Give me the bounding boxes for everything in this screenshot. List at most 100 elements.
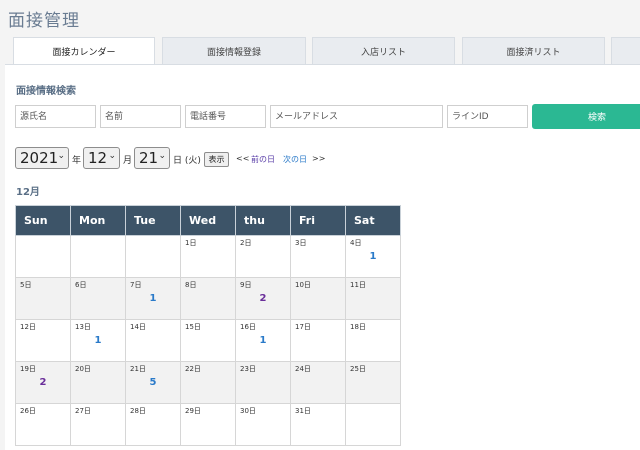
calendar-week-row: 5日 6日 7日 1 8日 9日 2 10日 11日: [15, 277, 401, 320]
month-unit-label: 月: [123, 156, 133, 166]
day-number: 12日: [20, 323, 36, 331]
day-number: 11日: [350, 281, 366, 289]
day-number: 13日: [75, 323, 91, 331]
weekday-header: thu: [235, 205, 291, 236]
calendar-day-cell[interactable]: [15, 235, 71, 278]
email-input[interactable]: [270, 105, 443, 128]
year-value: 2021: [20, 149, 59, 167]
calendar-day-cell[interactable]: 7日 1: [125, 277, 181, 320]
calendar-day-cell[interactable]: 15日: [180, 319, 236, 362]
calendar-day-cell[interactable]: 17日: [290, 319, 346, 362]
show-button[interactable]: 表示: [204, 152, 229, 167]
day-select[interactable]: 21 ⌄: [134, 147, 170, 169]
calendar-day-cell[interactable]: 2日: [235, 235, 291, 278]
day-unit-label: 日 (火): [173, 156, 201, 166]
calendar-day-cell[interactable]: 5日: [15, 277, 71, 320]
calendar-day-cell[interactable]: 6日: [70, 277, 126, 320]
calendar-day-cell[interactable]: [345, 403, 401, 446]
calendar-day-cell[interactable]: 13日 1: [70, 319, 126, 362]
day-number: 14日: [130, 323, 146, 331]
day-number: 1日: [185, 239, 197, 247]
calendar-day-cell[interactable]: 28日: [125, 403, 181, 446]
day-number: 26日: [20, 407, 36, 415]
search-section-title: 面接情報検索: [16, 86, 76, 97]
calendar-week-row: 1日 2日 3日 4日 1: [15, 235, 401, 278]
calendar-day-cell[interactable]: 31日: [290, 403, 346, 446]
calendar-day-cell[interactable]: 24日: [290, 361, 346, 404]
calendar-day-cell[interactable]: 16日 1: [235, 319, 291, 362]
interview-count-link[interactable]: 2: [16, 377, 70, 388]
day-number: 4日: [350, 239, 362, 247]
calendar-day-cell[interactable]: 25日: [345, 361, 401, 404]
calendar-day-cell[interactable]: 12日: [15, 319, 71, 362]
stage-name-input[interactable]: [15, 105, 96, 128]
weekday-header: Wed: [180, 205, 236, 236]
month-label: 12月: [16, 187, 40, 198]
interview-count-link[interactable]: 1: [346, 251, 400, 262]
day-number: 25日: [350, 365, 366, 373]
tab-interviewed-list[interactable]: 面接済リスト: [462, 37, 605, 65]
weekday-header: Fri: [290, 205, 346, 236]
calendar-day-cell[interactable]: 20日: [70, 361, 126, 404]
calendar-day-cell[interactable]: 21日 5: [125, 361, 181, 404]
calendar-day-cell[interactable]: [70, 235, 126, 278]
phone-input[interactable]: [185, 105, 266, 128]
day-number: 29日: [185, 407, 201, 415]
calendar-day-cell[interactable]: 18日: [345, 319, 401, 362]
calendar-day-cell[interactable]: 27日: [70, 403, 126, 446]
day-value: 21: [139, 149, 159, 167]
year-select[interactable]: 2021 ⌄: [15, 147, 69, 169]
calendar-day-cell[interactable]: 19日 2: [15, 361, 71, 404]
calendar-day-cell[interactable]: 4日 1: [345, 235, 401, 278]
tab-interview-registration[interactable]: 面接情報登録: [162, 37, 306, 65]
calendar-day-cell[interactable]: 14日: [125, 319, 181, 362]
interview-count-link[interactable]: 1: [126, 293, 180, 304]
calendar-day-cell[interactable]: 3日: [290, 235, 346, 278]
calendar-day-cell[interactable]: 29日: [180, 403, 236, 446]
day-number: 2日: [240, 239, 252, 247]
day-number: 20日: [75, 365, 91, 373]
search-button[interactable]: 検索: [532, 104, 640, 129]
calendar-day-cell[interactable]: 26日: [15, 403, 71, 446]
month-select[interactable]: 12 ⌄: [83, 147, 120, 169]
day-number: 27日: [75, 407, 91, 415]
day-number: 18日: [350, 323, 366, 331]
calendar-day-cell[interactable]: 10日: [290, 277, 346, 320]
year-unit-label: 年: [72, 156, 82, 166]
prev-day-link[interactable]: 前の日: [251, 154, 275, 165]
calendar-day-cell[interactable]: 9日 2: [235, 277, 291, 320]
calendar-week-row: 19日 2 20日 21日 5 22日 23日 24日 25日: [15, 361, 401, 404]
calendar-week-row: 26日 27日 28日 29日 30日 31日: [15, 403, 401, 446]
weekday-header-row: Sun Mon Tue Wed thu Fri Sat: [15, 205, 401, 236]
prev-arrow: <<: [236, 154, 250, 163]
day-number: 23日: [240, 365, 256, 373]
weekday-header: Sun: [15, 205, 71, 236]
interview-count-link[interactable]: 1: [71, 335, 125, 346]
next-day-link[interactable]: 次の日: [283, 154, 307, 165]
interview-count-link[interactable]: 2: [236, 293, 290, 304]
day-number: 5日: [20, 281, 32, 289]
tab-overflow[interactable]: [611, 37, 640, 65]
calendar-day-cell[interactable]: 11日: [345, 277, 401, 320]
interview-count-link[interactable]: 1: [236, 335, 290, 346]
calendar-day-cell[interactable]: [125, 235, 181, 278]
calendar-day-cell[interactable]: 23日: [235, 361, 291, 404]
calendar-day-cell[interactable]: 8日: [180, 277, 236, 320]
calendar-day-cell[interactable]: 22日: [180, 361, 236, 404]
day-number: 31日: [295, 407, 311, 415]
interview-count-link[interactable]: 5: [126, 377, 180, 388]
day-number: 24日: [295, 365, 311, 373]
line-id-input[interactable]: [447, 105, 528, 128]
name-input[interactable]: [100, 105, 181, 128]
day-number: 6日: [75, 281, 87, 289]
tab-store-entry-list[interactable]: 入店リスト: [312, 37, 455, 65]
calendar-day-cell[interactable]: 30日: [235, 403, 291, 446]
weekday-header: Tue: [125, 205, 181, 236]
day-number: 19日: [20, 365, 36, 373]
chevron-down-icon: ⌄: [108, 151, 116, 161]
tab-interview-calendar[interactable]: 面接カレンダー: [13, 37, 155, 65]
day-number: 16日: [240, 323, 256, 331]
day-number: 8日: [185, 281, 197, 289]
weekday-header: Mon: [70, 205, 126, 236]
calendar-day-cell[interactable]: 1日: [180, 235, 236, 278]
